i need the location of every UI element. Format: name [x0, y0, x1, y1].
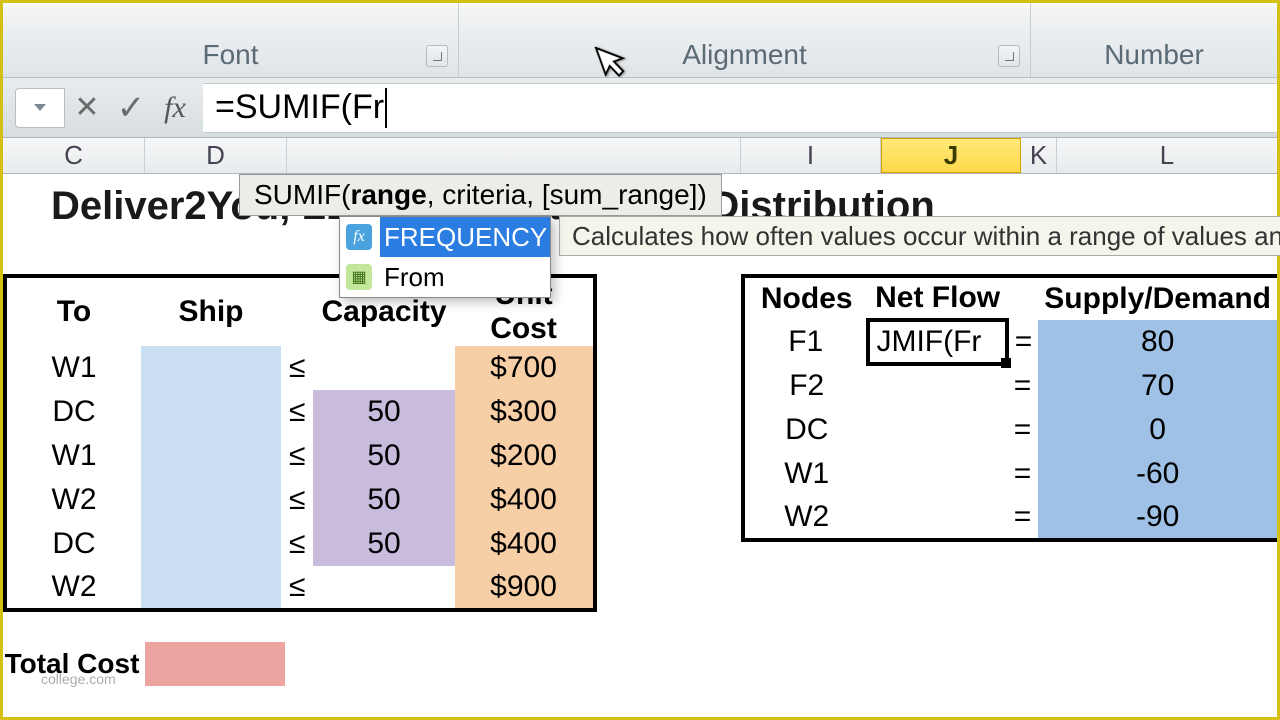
th-supply-demand: Supply/Demand [1038, 276, 1277, 320]
col-header-j-active[interactable]: J [881, 138, 1021, 173]
table-row: W2 ≤ $900 [5, 566, 595, 610]
col-header-i[interactable]: I [741, 138, 881, 173]
col-header-c[interactable]: C [3, 138, 145, 173]
col-header-k[interactable]: K [1021, 138, 1057, 173]
formula-cancel-icon[interactable]: ✕ [65, 88, 109, 128]
th-net-flow: Net Flow [868, 276, 1006, 320]
ribbon-group-number-label: Number [1104, 39, 1204, 71]
insert-function-icon[interactable]: fx [153, 88, 197, 128]
table-row: W1 ≤ 50 $200 [5, 434, 595, 478]
watermark: college.com [41, 671, 116, 687]
autocomplete-description: Calculates how often values occur within… [559, 216, 1280, 256]
ribbon-group-font-label: Font [202, 39, 258, 71]
syntax-current-arg: range [350, 179, 426, 211]
th-leq [281, 276, 313, 346]
ribbon-group-alignment-label: Alignment [682, 39, 807, 71]
th-ship: Ship [141, 276, 281, 346]
formula-autocomplete-list[interactable]: fx FREQUENCY ▦ From [339, 216, 551, 298]
worksheet-grid[interactable]: Deliver2You, LLC — Logistics and Distrib… [3, 174, 1277, 717]
font-dialog-launcher-icon[interactable] [426, 45, 448, 67]
shipping-table: To Ship Capacity Unit Cost W1 ≤ $700 DC … [3, 274, 597, 612]
table-row: W1 ≤ $700 [5, 346, 595, 390]
table-row: F2 = 70 [743, 364, 1277, 408]
active-cell[interactable]: JMIF(Fr [868, 320, 1006, 364]
table-row: DC ≤ 50 $300 [5, 390, 595, 434]
formula-bar: ✕ ✓ fx =SUMIF(Fr [3, 78, 1277, 138]
name-box-dropdown[interactable] [15, 88, 65, 128]
table-row: W2 ≤ 50 $400 [5, 478, 595, 522]
ribbon-group-number: Number [1031, 3, 1277, 77]
nodes-table: Nodes Net Flow Supply/Demand F1 JMIF(Fr … [741, 274, 1277, 542]
formula-enter-icon[interactable]: ✓ [109, 88, 153, 128]
alignment-dialog-launcher-icon[interactable] [998, 45, 1020, 67]
ribbon-group-alignment: Alignment [459, 3, 1031, 77]
formula-text: =SUMIF(Fr [215, 88, 384, 127]
syntax-fn-name: SUMIF [254, 179, 341, 211]
th-to: To [5, 276, 141, 346]
total-cost-cell[interactable] [145, 642, 285, 686]
table-row: W1 = -60 [743, 452, 1277, 496]
autocomplete-item-frequency[interactable]: fx FREQUENCY [340, 217, 550, 257]
formula-input[interactable]: =SUMIF(Fr [203, 83, 1277, 133]
function-syntax-tooltip[interactable]: SUMIF(range, criteria, [sum_range]) [239, 174, 722, 216]
ribbon-group-font: Font [3, 3, 459, 77]
table-row: DC = 0 [743, 408, 1277, 452]
col-header-d[interactable]: D [145, 138, 287, 173]
th-nodes: Nodes [743, 276, 868, 320]
autocomplete-item-from[interactable]: ▦ From [340, 257, 550, 297]
table-row: DC ≤ 50 $400 [5, 522, 595, 566]
function-icon: fx [346, 224, 372, 250]
table-row: F1 JMIF(Fr = 80 [743, 320, 1277, 364]
named-range-icon: ▦ [346, 264, 372, 290]
ribbon-groups-row: Font Alignment Number [3, 3, 1277, 78]
col-header-l[interactable]: L [1057, 138, 1277, 173]
column-headers: C D I J K L [3, 138, 1277, 174]
table-row: W2 = -90 [743, 496, 1277, 540]
col-header-gap [287, 138, 741, 173]
